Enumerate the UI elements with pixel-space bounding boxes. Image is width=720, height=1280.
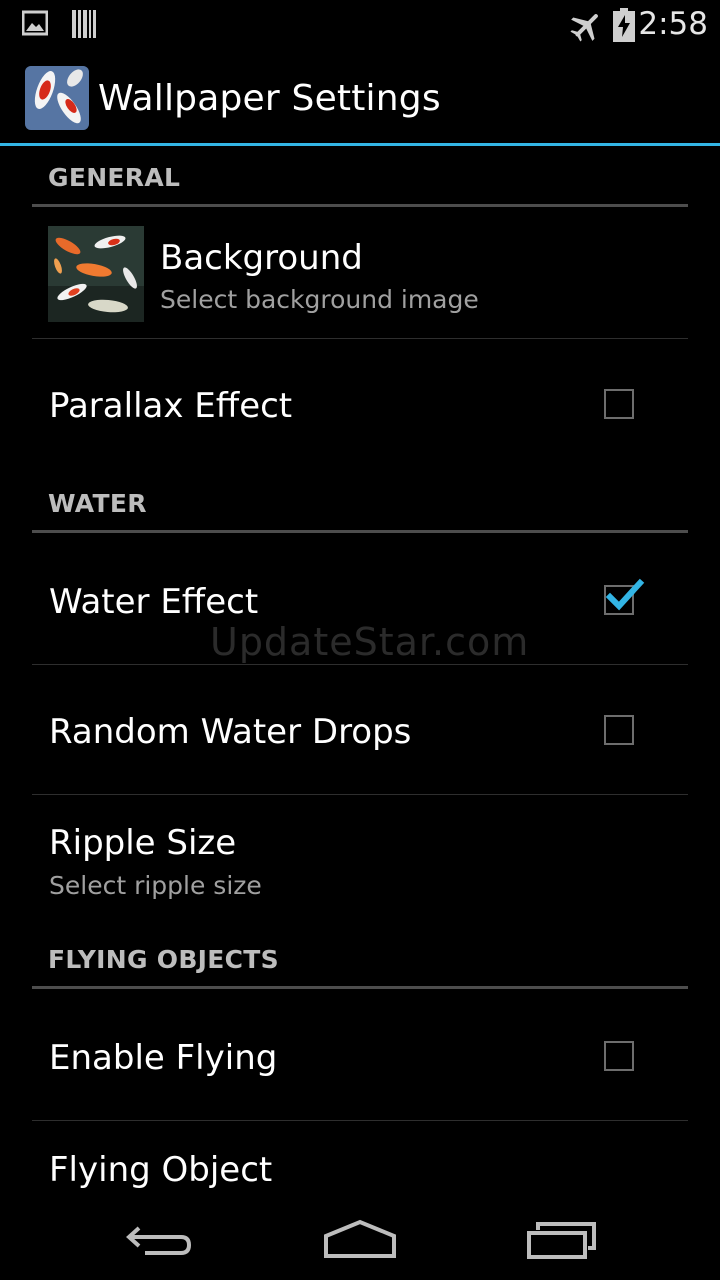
home-icon (324, 1219, 396, 1258)
recent-apps-icon (527, 1222, 596, 1259)
section-divider (32, 530, 688, 533)
item-summary-ripple-size: Select ripple size (49, 871, 262, 900)
item-summary-background: Select background image (160, 285, 479, 314)
item-title-random-drops: Random Water Drops (49, 712, 412, 752)
item-title-flying-object: Flying Object (49, 1150, 273, 1190)
home-button[interactable] (310, 1212, 410, 1268)
section-divider (32, 204, 688, 207)
settings-list[interactable]: GENERAL Background Select background ima… (0, 146, 720, 1200)
status-bar: 2:58 (0, 0, 720, 50)
item-title-water-effect: Water Effect (49, 582, 259, 622)
section-header-flying-objects: FLYING OBJECTS (48, 945, 279, 974)
item-divider (32, 338, 688, 339)
item-title-enable-flying: Enable Flying (49, 1038, 278, 1078)
watermark: UpdateStar.com (210, 620, 530, 664)
page-title: Wallpaper Settings (98, 78, 441, 119)
picture-icon (21, 10, 49, 41)
parallax-checkbox[interactable] (604, 389, 634, 419)
back-icon (126, 1226, 192, 1255)
barcode-icon (72, 10, 96, 43)
item-title-ripple-size: Ripple Size (49, 823, 237, 863)
item-divider (32, 794, 688, 795)
section-divider (32, 986, 688, 989)
item-divider (32, 1120, 688, 1121)
random-drops-checkbox[interactable] (604, 715, 634, 745)
back-button[interactable] (110, 1212, 210, 1268)
enable-flying-checkbox[interactable] (604, 1041, 634, 1071)
airplane-mode-icon (568, 8, 604, 49)
item-title-parallax: Parallax Effect (49, 386, 293, 426)
item-divider (32, 664, 688, 665)
checkmark-icon (606, 578, 645, 611)
navigation-bar (0, 1200, 720, 1280)
app-icon[interactable] (25, 66, 89, 130)
background-thumbnail (48, 226, 144, 322)
action-bar: Wallpaper Settings (0, 50, 720, 144)
clock: 2:58 (638, 6, 708, 42)
item-title-background: Background (160, 238, 363, 278)
recent-apps-button[interactable] (512, 1212, 612, 1268)
battery-charging-icon (613, 8, 635, 47)
section-header-general: GENERAL (48, 163, 181, 192)
water-effect-checkbox[interactable] (604, 578, 645, 615)
section-header-water: WATER (48, 489, 147, 518)
